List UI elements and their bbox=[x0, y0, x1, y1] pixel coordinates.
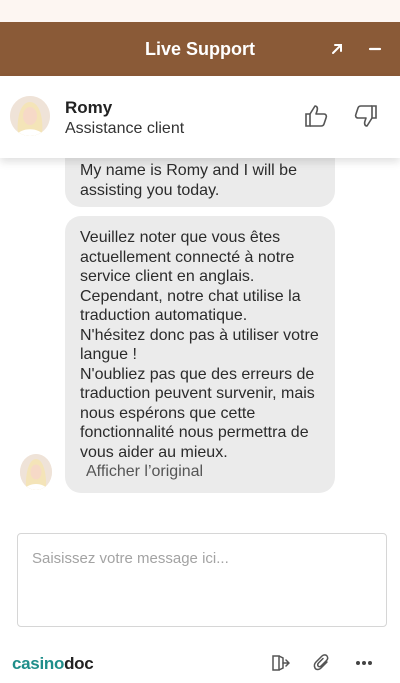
thumbs-up-icon[interactable] bbox=[302, 102, 330, 130]
more-icon[interactable] bbox=[352, 651, 376, 675]
message-input[interactable] bbox=[17, 533, 387, 627]
footer: casinodoc bbox=[0, 645, 400, 683]
message-text: Veuillez noter que vous êtes actuellemen… bbox=[80, 229, 319, 461]
message-bubble: My name is Romy and I will be assisting … bbox=[65, 150, 335, 207]
message-text: My name is Romy and I will be assisting … bbox=[80, 162, 297, 199]
avatar bbox=[20, 454, 52, 490]
paperclip-icon[interactable] bbox=[310, 651, 334, 675]
chat-transcript[interactable]: My name is Romy and I will be assisting … bbox=[0, 150, 400, 518]
expand-arrow-icon[interactable] bbox=[322, 22, 352, 76]
agent-name: Romy bbox=[65, 98, 113, 117]
chat-header: Live Support bbox=[0, 22, 400, 76]
casinodoc-logo[interactable]: casinodoc bbox=[12, 654, 94, 674]
minimize-icon[interactable] bbox=[360, 22, 390, 76]
avatar bbox=[10, 96, 50, 136]
brand-part1: casino bbox=[12, 654, 65, 673]
agent-role: Assistance client bbox=[65, 120, 185, 137]
message-bubble: Veuillez noter que vous êtes actuellemen… bbox=[65, 216, 335, 493]
brand-part2: doc bbox=[64, 654, 94, 673]
top-strip bbox=[0, 0, 400, 22]
thumbs-down-icon[interactable] bbox=[352, 102, 380, 130]
agent-bar: Romy Assistance client bbox=[0, 76, 400, 158]
show-original-link[interactable]: Afficher l’original bbox=[86, 462, 321, 482]
header-title: Live Support bbox=[144, 38, 255, 59]
exit-icon[interactable] bbox=[268, 651, 292, 675]
